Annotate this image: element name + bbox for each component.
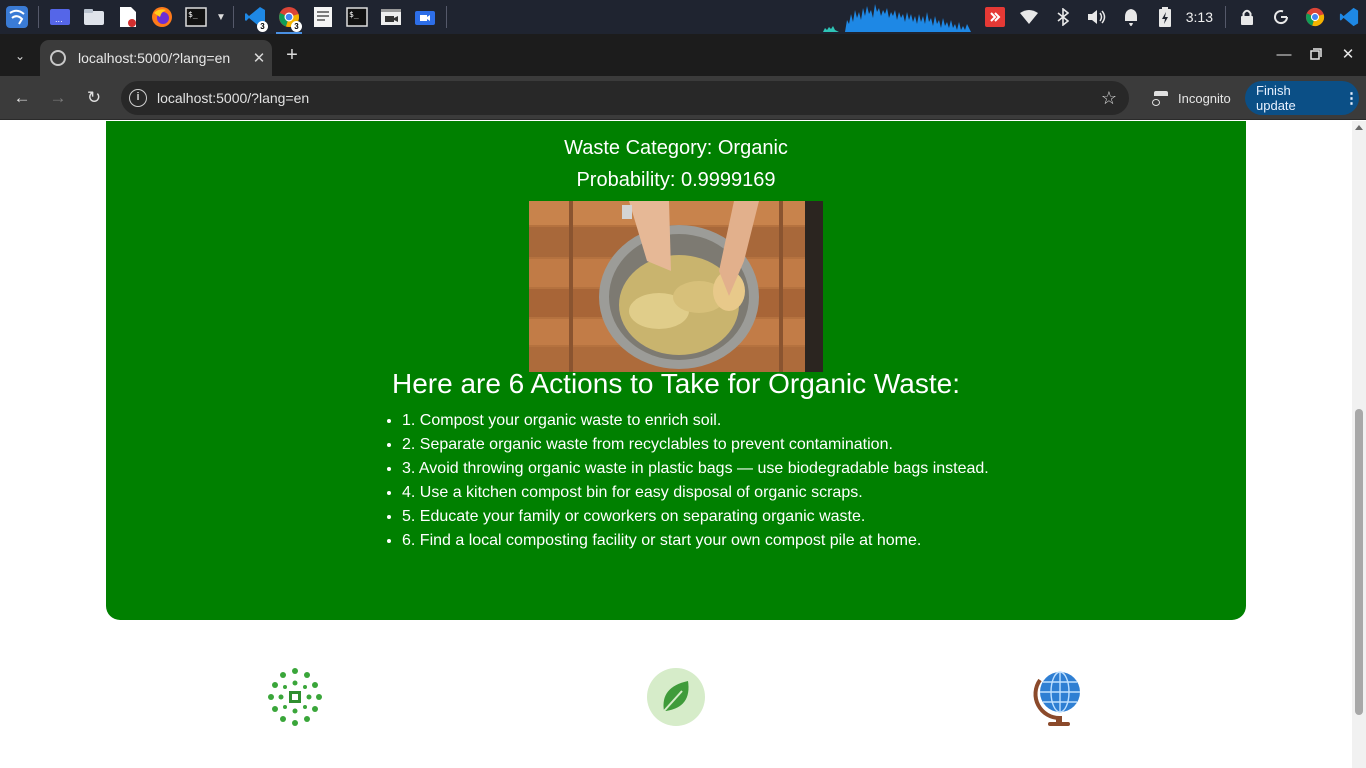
leaf-icon: [640, 661, 712, 733]
video-icon[interactable]: [374, 0, 408, 34]
os-taskbar: ... $_ ▼ 3 3 $_ 3:13: [0, 0, 1366, 34]
actions-heading: Here are 6 Actions to Take for Organic W…: [391, 368, 961, 399]
restore-icon[interactable]: [1300, 40, 1332, 68]
list-item: 2. Separate organic waste from recyclabl…: [402, 433, 1184, 457]
list-item: 5. Educate your family or coworkers on s…: [402, 505, 1184, 529]
vscode-badge: 3: [257, 21, 268, 32]
chrome-icon[interactable]: 3: [272, 0, 306, 34]
tab-search-chevron-icon[interactable]: ⌄: [6, 42, 34, 70]
incognito-label: Incognito: [1178, 90, 1231, 106]
address-bar[interactable]: i localhost:5000/?lang=en ☆: [121, 81, 1129, 115]
kali-menu-icon[interactable]: [0, 0, 34, 34]
screen-recorder-icon[interactable]: [408, 0, 442, 34]
taskbar-separator: [1225, 6, 1226, 28]
svg-text:$_: $_: [188, 10, 198, 19]
more-vert-icon: ⋮: [1344, 90, 1359, 107]
probability: Probability: 0.9999169: [576, 169, 776, 191]
document-viewer-icon[interactable]: [306, 0, 340, 34]
browser-toolbar: ← → ↻ i localhost:5000/?lang=en ☆ Incogn…: [0, 76, 1366, 120]
battery-icon[interactable]: [1148, 0, 1182, 34]
bookmark-star-icon[interactable]: ☆: [1089, 88, 1129, 109]
lock-icon[interactable]: [1230, 0, 1264, 34]
incognito-indicator[interactable]: Incognito: [1140, 81, 1238, 115]
reload-icon[interactable]: ↻: [80, 84, 108, 112]
tab-title: localhost:5000/?lang=en: [78, 50, 231, 66]
chrome-badge: 3: [291, 21, 302, 32]
list-item: 1. Compost your organic waste to enrich …: [402, 409, 1184, 433]
system-tray: 3:13: [822, 0, 1366, 34]
taskbar-separator: [233, 6, 234, 28]
result-card: Waste Category: Organic Probability: 0.9…: [106, 121, 1246, 620]
vscode-tray-icon[interactable]: [1332, 0, 1366, 34]
text-editor-icon[interactable]: [111, 0, 145, 34]
cpu-graph-icon: [822, 4, 971, 32]
list-item: 3. Avoid throwing organic waste in plast…: [402, 457, 1184, 481]
bluetooth-icon[interactable]: [1046, 0, 1080, 34]
taskbar-separator: [446, 6, 447, 28]
minimize-icon[interactable]: —: [1268, 40, 1300, 68]
site-info-icon[interactable]: i: [129, 89, 147, 107]
tab-close-icon[interactable]: ✕: [246, 49, 272, 67]
workspace-icon[interactable]: ...: [43, 0, 77, 34]
recycling-circle-icon: [259, 661, 331, 733]
waste-category: Waste Category: Organic: [564, 137, 788, 159]
terminal-dropdown-icon[interactable]: ▼: [213, 0, 229, 34]
refresh-session-icon[interactable]: [1264, 0, 1298, 34]
terminal-2-icon[interactable]: $_: [340, 0, 374, 34]
notification-bell-icon[interactable]: [1114, 0, 1148, 34]
scroll-up-arrow-icon[interactable]: [1355, 125, 1363, 130]
anydesk-icon[interactable]: [978, 0, 1012, 34]
wifi-icon[interactable]: [1012, 0, 1046, 34]
browser-tab-strip: ⌄ localhost:5000/?lang=en ✕ + — ✕: [0, 34, 1366, 76]
url-text[interactable]: localhost:5000/?lang=en: [157, 90, 1089, 106]
back-arrow-icon[interactable]: ←: [8, 84, 36, 112]
finish-update-label: Finish update: [1256, 83, 1296, 113]
page-scrollbar[interactable]: [1352, 121, 1366, 768]
svg-text:...: ...: [55, 15, 63, 24]
active-tab[interactable]: localhost:5000/?lang=en ✕: [40, 40, 272, 76]
globe-icon: [1020, 661, 1092, 733]
forward-arrow-icon[interactable]: →: [44, 84, 72, 112]
chrome-tray-icon[interactable]: [1298, 0, 1332, 34]
files-icon[interactable]: [77, 0, 111, 34]
clock[interactable]: 3:13: [1182, 9, 1221, 25]
finish-update-button[interactable]: Finish update ⋮: [1245, 81, 1359, 115]
incognito-icon: [1152, 91, 1170, 106]
scroll-thumb[interactable]: [1355, 409, 1363, 715]
taskbar-separator: [38, 6, 39, 28]
list-item: 6. Find a local composting facility or s…: [402, 529, 1184, 553]
terminal-icon[interactable]: $_: [179, 0, 213, 34]
close-window-icon[interactable]: ✕: [1332, 40, 1364, 68]
uploaded-waste-image: [529, 201, 823, 372]
volume-icon[interactable]: [1080, 0, 1114, 34]
svg-text:$_: $_: [349, 10, 359, 19]
globe-favicon-icon: [50, 50, 66, 66]
actions-list: 1. Compost your organic waste to enrich …: [384, 409, 1184, 553]
vscode-icon[interactable]: 3: [238, 0, 272, 34]
new-tab-plus-icon[interactable]: +: [280, 44, 304, 68]
list-item: 4. Use a kitchen compost bin for easy di…: [402, 481, 1184, 505]
page-viewport: Waste Category: Organic Probability: 0.9…: [0, 121, 1352, 768]
firefox-icon[interactable]: [145, 0, 179, 34]
